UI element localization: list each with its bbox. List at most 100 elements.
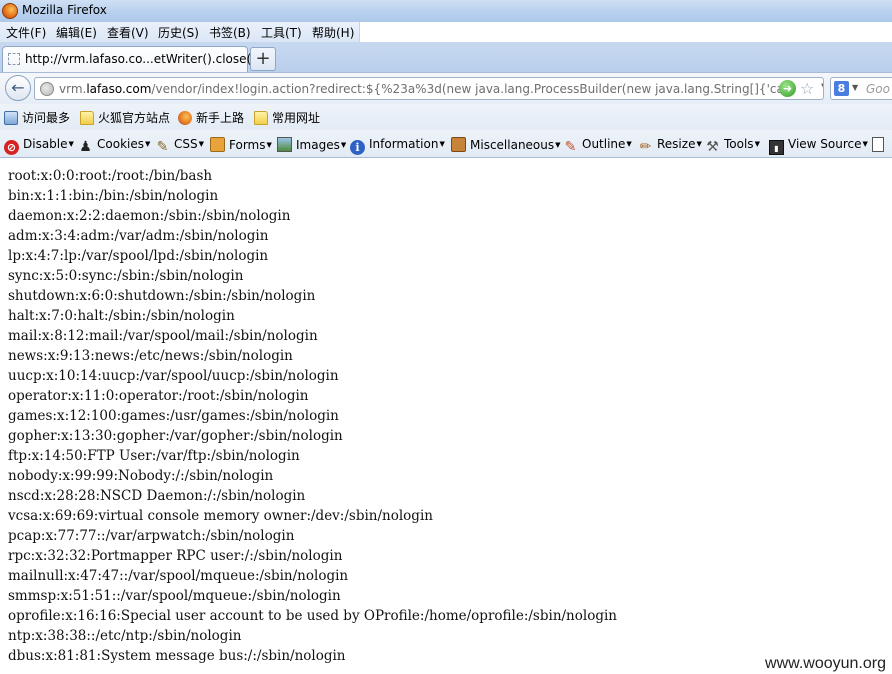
tab-label: http://vrm.lafaso.co...etWriter().close(… [25, 52, 264, 66]
caret-down-icon: ▼ [340, 141, 347, 149]
dev-view-source-menu[interactable]: ▮ View Source▼ [769, 137, 868, 155]
bookmark-common-sites[interactable]: 常用网址 [254, 109, 320, 126]
bookmark-label: 新手上路 [196, 111, 245, 125]
dev-disable-menu[interactable]: ⊘ Disable▼ [4, 137, 74, 155]
content-line: smmsp:x:51:51::/var/spool/mqueue:/sbin/n… [8, 588, 341, 604]
tab-strip: http://vrm.lafaso.co...etWriter().close(… [0, 42, 892, 72]
title-bar: Mozilla Firefox [0, 0, 892, 22]
toolbox-icon [451, 137, 466, 152]
dev-label: Information [369, 137, 439, 151]
dev-label: Disable [23, 137, 68, 151]
dev-resize-menu[interactable]: ✏ Resize▼ [638, 137, 702, 155]
dev-outline-menu[interactable]: ✎ Outline▼ [563, 137, 632, 155]
dev-images-menu[interactable]: Images▼ [277, 137, 346, 152]
options-icon [872, 137, 884, 152]
blank-page-icon [8, 53, 20, 65]
dev-information-menu[interactable]: i Information▼ [350, 137, 445, 155]
menu-file[interactable]: 文件(F) [6, 24, 46, 41]
dev-forms-menu[interactable]: Forms▼ [210, 137, 272, 152]
search-placeholder: Goo [866, 82, 890, 96]
content-line: adm:x:3:4:adm:/var/adm:/sbin/nologin [8, 228, 269, 244]
dev-label: Resize [657, 137, 696, 151]
bookmark-most-visited[interactable]: 访问最多 [4, 109, 70, 126]
dev-label: Forms [229, 138, 266, 152]
image-icon [277, 137, 292, 152]
search-box[interactable]: 8 ▼ Goo [830, 77, 892, 100]
web-developer-toolbar: ⊘ Disable▼ ♟ Cookies▼ ✎ CSS▼ Forms▼ Images▼… [0, 130, 892, 158]
pencil-icon: ✎ [564, 139, 577, 155]
url-host: lafaso.com [86, 82, 152, 96]
caret-down-icon: ▼ [198, 140, 205, 148]
folder-icon [80, 111, 94, 125]
caret-down-icon: ▼ [266, 141, 272, 149]
content-line: vcsa:x:69:69:virtual console memory owne… [8, 508, 433, 524]
content-line: operator:x:11:0:operator:/root:/sbin/nol… [8, 388, 309, 404]
url-prefix: vrm. [59, 82, 87, 96]
dev-miscellaneous-menu[interactable]: Miscellaneous▼ [451, 137, 561, 152]
content-line: lp:x:4:7:lp:/var/spool/lpd:/sbin/nologin [8, 248, 269, 264]
dev-label: Images [296, 138, 340, 152]
watermark: www.wooyun.org [761, 654, 890, 674]
content-line: daemon:x:2:2:daemon:/sbin:/sbin/nologin [8, 208, 291, 224]
url-bar[interactable]: vrm.lafaso.com/vendor/index!login.action… [34, 77, 824, 100]
navigation-bar: ← vrm.lafaso.com/vendor/index!login.acti… [0, 72, 892, 104]
info-icon: i [350, 140, 365, 155]
content-line: gopher:x:13:30:gopher:/var/gopher:/sbin/… [8, 428, 343, 444]
caret-down-icon: ▼ [626, 140, 632, 148]
dev-label: View Source [788, 137, 862, 151]
menu-edit[interactable]: 编辑(E) [56, 24, 97, 41]
content-line: nobody:x:99:99:Nobody:/:/sbin/nologin [8, 468, 274, 484]
menu-view[interactable]: 查看(V) [107, 24, 149, 41]
firefox-icon [178, 111, 192, 125]
firefox-icon [2, 3, 18, 19]
dev-css-menu[interactable]: ✎ CSS▼ [155, 137, 204, 155]
monitor-icon [4, 111, 18, 125]
bookmark-label: 常用网址 [272, 111, 321, 125]
bookmark-official-site[interactable]: 火狐官方站点 [80, 109, 170, 126]
dev-label: Outline [582, 137, 626, 151]
view-source-icon: ▮ [769, 140, 784, 155]
bookmark-star-icon[interactable]: ☆ [800, 79, 814, 98]
url-text: vrm.lafaso.com/vendor/index!login.action… [59, 82, 789, 96]
bookmark-getting-started[interactable]: 新手上路 [178, 109, 244, 126]
content-line: shutdown:x:6:0:shutdown:/sbin:/sbin/nolo… [8, 288, 316, 304]
dev-label: Miscellaneous [470, 138, 555, 152]
cookie-person-icon: ♟ [79, 139, 92, 155]
content-line: bin:x:1:1:bin:/bin:/sbin/nologin [8, 188, 219, 204]
menu-help[interactable]: 帮助(H) [312, 24, 354, 41]
dev-label: Cookies [97, 137, 144, 151]
page-content: root:x:0:0:root:/root:/bin/bash bin:x:1:… [0, 158, 892, 674]
content-line: ftp:x:14:50:FTP User:/var/ftp:/sbin/nolo… [8, 448, 300, 464]
wrench-icon: ⚒ [706, 139, 719, 155]
content-line: dbus:x:81:81:System message bus:/:/sbin/… [8, 648, 346, 664]
content-line: nscd:x:28:28:NSCD Daemon:/:/sbin/nologin [8, 488, 306, 504]
menu-bookmarks[interactable]: 书签(B) [209, 24, 251, 41]
new-tab-button[interactable]: + [250, 47, 276, 71]
bookmark-label: 火狐官方站点 [98, 111, 171, 125]
back-button[interactable]: ← [5, 75, 31, 101]
content-line: mailnull:x:47:47::/var/spool/mqueue:/sbi… [8, 568, 349, 584]
menu-history[interactable]: 历史(S) [158, 24, 199, 41]
url-dropdown-icon[interactable]: ▼ [821, 82, 823, 93]
content-line: pcap:x:77:77::/var/arpwatch:/sbin/nologi… [8, 528, 295, 544]
clipboard-icon [210, 137, 225, 152]
globe-icon [40, 82, 54, 96]
dev-cookies-menu[interactable]: ♟ Cookies▼ [78, 137, 150, 155]
caret-down-icon: ▼ [555, 141, 561, 149]
pencil-icon: ✎ [156, 139, 169, 155]
dev-label: CSS [174, 137, 198, 151]
search-engine-icon[interactable]: 8 [834, 81, 849, 96]
content-line: mail:x:8:12:mail:/var/spool/mail:/sbin/n… [8, 328, 318, 344]
dev-tools-menu[interactable]: ⚒ Tools▼ [705, 137, 760, 155]
go-arrow-icon[interactable]: ➜ [779, 80, 796, 97]
dev-options-button[interactable] [872, 137, 888, 152]
content-line: rpc:x:32:32:Portmapper RPC user:/:/sbin/… [8, 548, 343, 564]
folder-icon [254, 111, 268, 125]
bookmarks-toolbar: 访问最多 火狐官方站点 新手上路 常用网址 [0, 104, 892, 130]
caret-down-icon: ▼ [754, 140, 760, 148]
menu-tools[interactable]: 工具(T) [261, 24, 302, 41]
tab-active[interactable]: http://vrm.lafaso.co...etWriter().close(… [2, 46, 264, 72]
url-path: /vendor/index!login.action?redirect:${%2… [151, 82, 789, 96]
search-engine-dropdown-icon[interactable]: ▼ [852, 83, 858, 92]
ruler-icon: ✏ [639, 139, 652, 155]
